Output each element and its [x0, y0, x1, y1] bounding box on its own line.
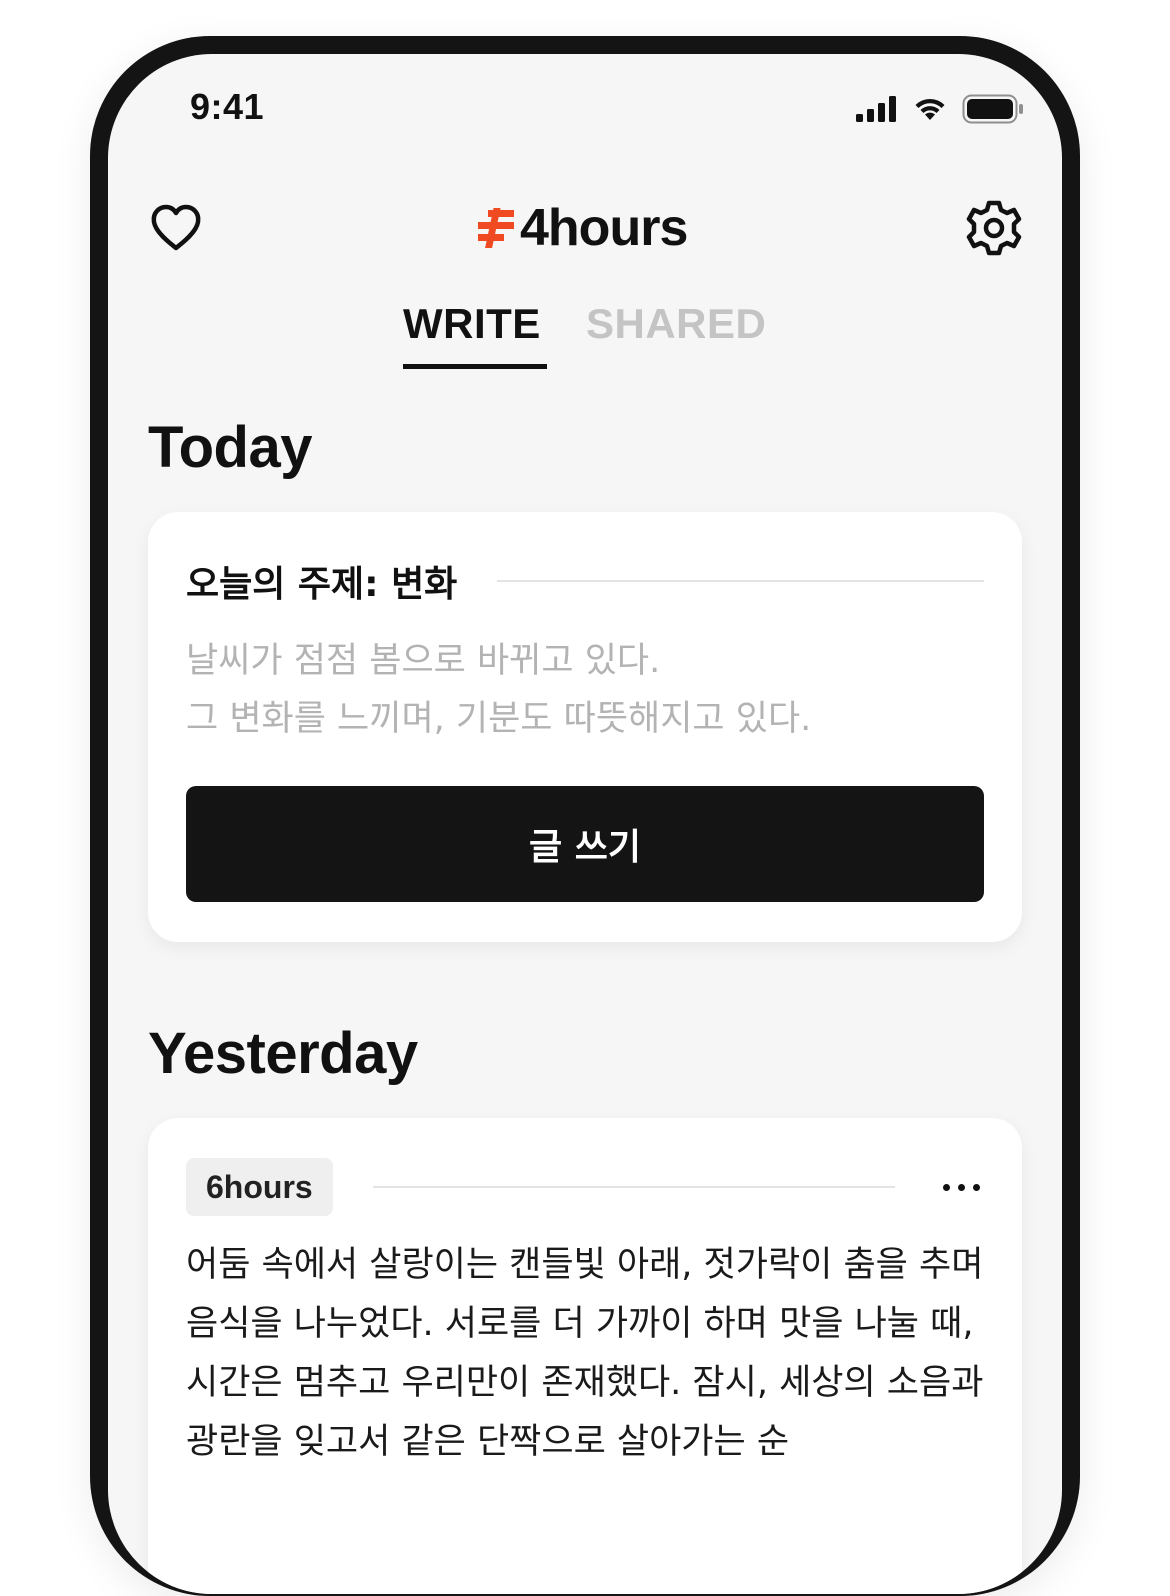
- today-section-title: Today: [148, 415, 313, 480]
- heart-icon: [151, 204, 201, 251]
- active-tab-indicator: [403, 364, 547, 369]
- app-logo: 4hours: [476, 198, 688, 258]
- topic-header: 오늘의 주제: 변화: [186, 556, 984, 606]
- wifi-icon: [915, 98, 945, 120]
- app-screen: 9:41 4hours WRITE SHARED Today 오늘의 주제: 변…: [108, 54, 1062, 1594]
- today-topic-card: 오늘의 주제: 변화 날씨가 점점 봄으로 바뀌고 있다. 그 변화를 느끼며,…: [148, 512, 1022, 942]
- status-icons: [856, 94, 1024, 124]
- topic-line-2: 그 변화를 느끼며, 기분도 따뜻해지고 있다.: [186, 699, 812, 739]
- divider-line: [497, 580, 984, 582]
- phone-frame: 9:41 4hours WRITE SHARED Today 오늘의 주제: 변…: [90, 36, 1080, 1596]
- gear-icon: [966, 200, 1022, 256]
- yesterday-section-title: Yesterday: [148, 1021, 418, 1086]
- more-options-button[interactable]: [939, 1167, 984, 1207]
- favorites-button[interactable]: [148, 200, 204, 256]
- settings-button[interactable]: [964, 198, 1024, 258]
- entry-text: 어둠 속에서 살랑이는 캔들빛 아래, 젓가락이 춤을 추며 음식을 나누었다.…: [186, 1245, 984, 1462]
- topic-description: 날씨가 점점 봄으로 바뀌고 있다. 그 변화를 느끼며, 기분도 따뜻해지고 …: [186, 632, 986, 748]
- tab-bar: WRITE SHARED: [108, 294, 1062, 374]
- status-bar: 9:41: [108, 54, 1062, 164]
- more-dots-icon: [973, 1183, 980, 1191]
- topic-line-1: 날씨가 점점 봄으로 바뀌고 있다.: [186, 641, 661, 681]
- hours-badge: 6hours: [186, 1158, 333, 1216]
- tab-write[interactable]: WRITE: [403, 300, 541, 348]
- app-header: 4hours: [108, 194, 1062, 284]
- logo-text: 4hours: [520, 199, 688, 257]
- more-dots-icon: [958, 1183, 965, 1191]
- yesterday-entry-card: 6hours 어둠 속에서 살랑이는 캔들빛 아래, 젓가락이 춤을 추며 음식…: [148, 1118, 1022, 1594]
- entry-header: 6hours: [186, 1158, 984, 1216]
- battery-icon: [962, 94, 1023, 124]
- status-time: 9:41: [190, 86, 265, 127]
- more-dots-icon: [943, 1183, 950, 1191]
- divider-line: [372, 1186, 895, 1188]
- logo-mark-icon: [478, 208, 514, 248]
- tab-shared[interactable]: SHARED: [586, 300, 766, 348]
- write-button[interactable]: 글 쓰기: [186, 786, 984, 902]
- cellular-signal-icon: [856, 96, 896, 122]
- topic-label: 오늘의 주제: 변화: [186, 564, 458, 605]
